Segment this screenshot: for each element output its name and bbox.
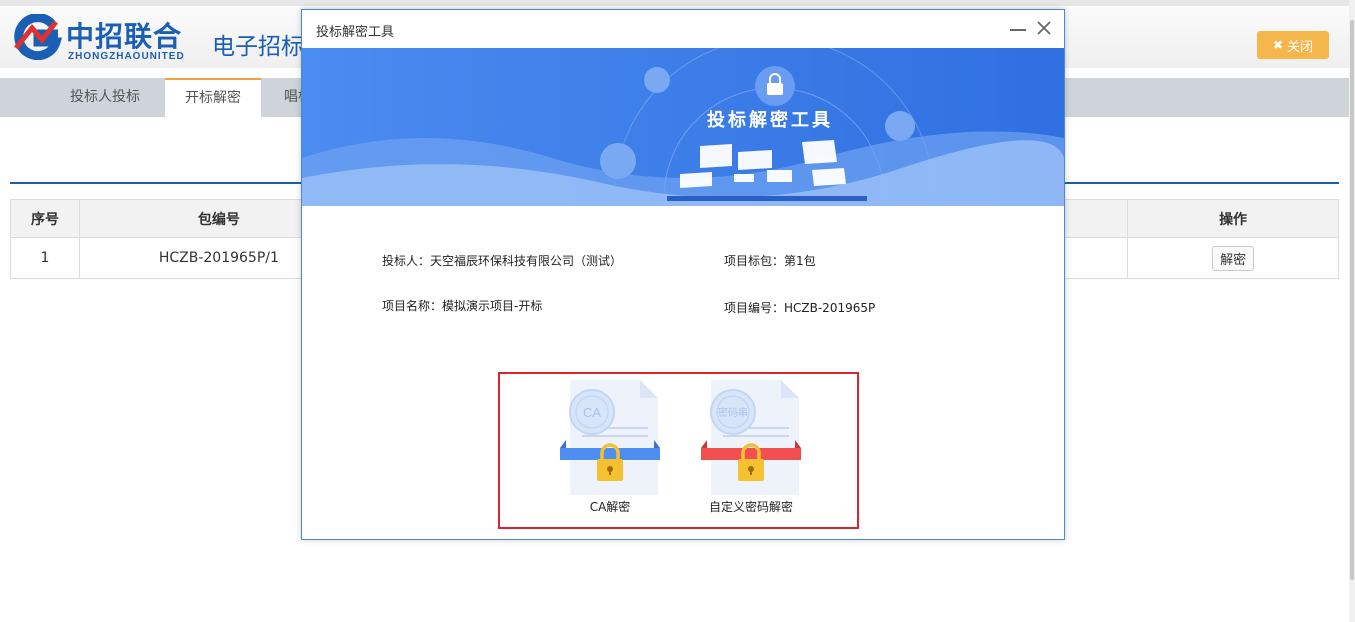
bidder-info: 投标人：天空福辰环保科技有限公司（测试） bbox=[382, 254, 623, 268]
svg-text:密码串: 密码串 bbox=[718, 406, 748, 419]
close-button-label: 关闭 bbox=[1287, 39, 1314, 55]
brand-name-en: ZHONGZHAOUNITED bbox=[68, 51, 185, 62]
column-header-index: 序号 bbox=[10, 199, 80, 238]
cell-action: 解密 bbox=[1127, 237, 1339, 279]
dialog-close-icon[interactable] bbox=[1035, 19, 1053, 37]
banner-illustration: 投标解密工具 bbox=[302, 48, 1064, 206]
logo-g-icon bbox=[14, 14, 62, 60]
svg-text:CA: CA bbox=[583, 405, 601, 420]
scrollbar-thumb[interactable] bbox=[1350, 20, 1354, 580]
close-button[interactable]: ✖ 关闭 bbox=[1257, 31, 1329, 59]
cell-index: 1 bbox=[10, 237, 80, 279]
decrypt-tool-dialog: 投标解密工具 投标解密工具 投标人：天空福辰环保科技有限公司（测试） 项目标包：… bbox=[301, 9, 1065, 540]
ca-decrypt-label[interactable]: CA解密 bbox=[560, 498, 660, 515]
dialog-title: 投标解密工具 bbox=[316, 25, 395, 40]
package-info: 项目标包：第1包 bbox=[724, 254, 816, 268]
brand-name-cn: 中招联合 bbox=[66, 20, 183, 53]
page: 中招联合 ZHONGZHAOUNITED 电子招标投标交易平台 ✖ 关闭 投标人… bbox=[0, 0, 1355, 622]
password-decrypt-icon[interactable]: 密码串 bbox=[701, 380, 801, 495]
close-icon: ✖ bbox=[1272, 38, 1284, 52]
decrypt-row-button[interactable]: 解密 bbox=[1212, 245, 1255, 271]
column-header-action: 操作 bbox=[1127, 199, 1339, 238]
banner-title: 投标解密工具 bbox=[707, 109, 833, 131]
dialog-titlebar: 投标解密工具 bbox=[302, 10, 1064, 48]
project-name-info: 项目名称：模拟演示项目-开标 bbox=[382, 299, 543, 313]
minimize-icon[interactable] bbox=[1010, 29, 1026, 31]
ca-decrypt-icon[interactable]: CA bbox=[560, 380, 660, 495]
logo: 中招联合 ZHONGZHAOUNITED 电子招标投标交易平台 bbox=[12, 14, 442, 69]
page-scrollbar[interactable] bbox=[1349, 0, 1355, 622]
tab-bidder-bid[interactable]: 投标人投标 bbox=[52, 78, 158, 117]
project-no-info: 项目编号：HCZB-201965P bbox=[724, 301, 876, 315]
decrypt-options: CA CA解密 密码串 自定义密码解密 bbox=[498, 372, 859, 529]
tab-open-decrypt[interactable]: 开标解密 bbox=[165, 78, 261, 117]
password-decrypt-label[interactable]: 自定义密码解密 bbox=[691, 498, 811, 515]
